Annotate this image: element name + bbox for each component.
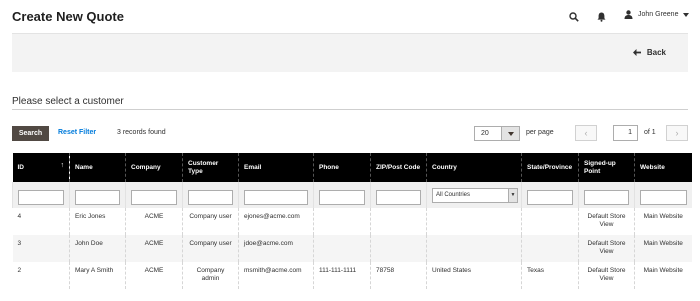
back-label: Back (646, 48, 666, 57)
filter-phone-input[interactable] (319, 189, 365, 205)
filter-website-input[interactable] (640, 189, 687, 205)
filter-zip-input[interactable] (376, 189, 421, 205)
column-header-website[interactable]: Website (634, 153, 692, 182)
cell-customer-type: Company admin (182, 262, 239, 289)
filter-country-value: All Countries (436, 191, 471, 198)
filter-id-input[interactable] (18, 189, 64, 205)
notifications-bell-icon[interactable] (597, 9, 606, 27)
arrow-left-icon (632, 49, 641, 56)
table-row[interactable]: 4 Eric Jones ACME Company user ejones@ac… (13, 208, 692, 235)
cell-signup-point: Default Store View (578, 262, 635, 289)
cell-id: 4 (17, 213, 22, 220)
page-actions-bar: Back (12, 33, 688, 72)
column-header-phone[interactable]: Phone (313, 153, 371, 182)
column-header-zip[interactable]: ZIP/Post Code (370, 153, 427, 182)
section-title: Please select a customer (12, 96, 124, 107)
cell-company: ACME (125, 235, 183, 262)
column-header-country[interactable]: Country (426, 153, 522, 182)
per-page-select[interactable]: 20 (474, 126, 520, 141)
cell-signup-point: Default Store View (578, 235, 635, 262)
filter-company-input[interactable] (131, 189, 177, 205)
cell-country (426, 235, 522, 262)
per-page-value: 20 (481, 130, 489, 137)
per-page-label: per page (526, 129, 554, 136)
cell-email: jdoe@acme.com (238, 235, 314, 262)
cell-state: Texas (521, 262, 579, 289)
sort-ascending-arrow-icon: ↑ (60, 162, 65, 169)
cell-state (521, 208, 579, 235)
chevron-left-icon: ‹ (584, 128, 588, 138)
cell-phone: 111-111-1111 (313, 262, 371, 289)
column-header-email[interactable]: Email (238, 153, 314, 182)
cell-country (426, 208, 522, 235)
user-icon (624, 10, 633, 19)
column-headers: ID ↑ Name Company Customer Type Email Ph… (12, 153, 692, 182)
cell-website: Main Website (634, 235, 692, 262)
cell-phone (313, 235, 371, 262)
reset-filter-link[interactable]: Reset Filter (58, 129, 96, 136)
cell-company: ACME (125, 262, 183, 289)
cell-phone (313, 208, 371, 235)
page-number-input[interactable]: 1 (613, 125, 638, 141)
cell-state (521, 235, 579, 262)
chevron-right-icon: › (675, 128, 679, 138)
previous-page-button[interactable]: ‹ (575, 125, 597, 141)
filter-customer-type-input[interactable] (188, 189, 233, 205)
search-icon[interactable] (569, 9, 579, 27)
cell-zip (370, 208, 427, 235)
cell-customer-type: Company user (182, 208, 239, 235)
filter-email-input[interactable] (244, 189, 308, 205)
cell-signup-point: Default Store View (578, 208, 635, 235)
filter-country-select[interactable]: All Countries ▼ (432, 187, 518, 203)
search-button[interactable]: Search (12, 126, 49, 141)
column-header-id[interactable]: ID ↑ (12, 153, 70, 182)
page-total: of 1 (644, 129, 656, 136)
filter-name-input[interactable] (75, 189, 120, 205)
chevron-down-icon[interactable] (501, 127, 519, 140)
chevron-down-icon (683, 12, 690, 17)
cell-zip: 78758 (370, 262, 427, 289)
user-menu[interactable]: John Greene (624, 10, 690, 19)
cell-zip (370, 235, 427, 262)
cell-website: Main Website (634, 262, 692, 289)
filter-row: All Countries ▼ (12, 182, 692, 208)
cell-email: ejones@acme.com (238, 208, 314, 235)
top-header: Create New Quote John Greene (0, 0, 700, 33)
cell-website: Main Website (634, 208, 692, 235)
user-name: John Greene (638, 11, 679, 18)
cell-id: 2 (17, 267, 22, 274)
cell-name: John Doe (69, 235, 126, 262)
table-row[interactable]: 3 John Doe ACME Company user jdoe@acme.c… (12, 235, 692, 262)
filter-signup-input[interactable] (584, 189, 629, 205)
column-header-signup-point[interactable]: Signed-up Point (578, 153, 635, 182)
cell-name: Mary A Smith (69, 262, 126, 289)
divider (12, 109, 688, 110)
chevron-down-icon: ▼ (508, 188, 517, 202)
cell-id: 3 (12, 235, 70, 262)
customer-grid: ID ↑ Name Company Customer Type Email Ph… (12, 153, 692, 289)
filter-state-input[interactable] (527, 189, 573, 205)
cell-email: msmith@acme.com (238, 262, 314, 289)
next-page-button[interactable]: › (666, 125, 688, 141)
cell-customer-type: Company user (182, 235, 239, 262)
table-row[interactable]: 2 Mary A Smith ACME Company admin msmith… (13, 262, 692, 289)
cell-name: Eric Jones (69, 208, 126, 235)
column-header-state[interactable]: State/Province (521, 153, 579, 182)
column-header-company[interactable]: Company (125, 153, 183, 182)
records-count: 3 records found (117, 129, 166, 136)
back-button[interactable]: Back (632, 48, 666, 57)
page-title: Create New Quote (12, 9, 124, 24)
cell-company: ACME (125, 208, 183, 235)
column-header-name[interactable]: Name (69, 153, 126, 182)
cell-country: United States (426, 262, 522, 289)
column-header-customer-type[interactable]: Customer Type (182, 153, 239, 182)
